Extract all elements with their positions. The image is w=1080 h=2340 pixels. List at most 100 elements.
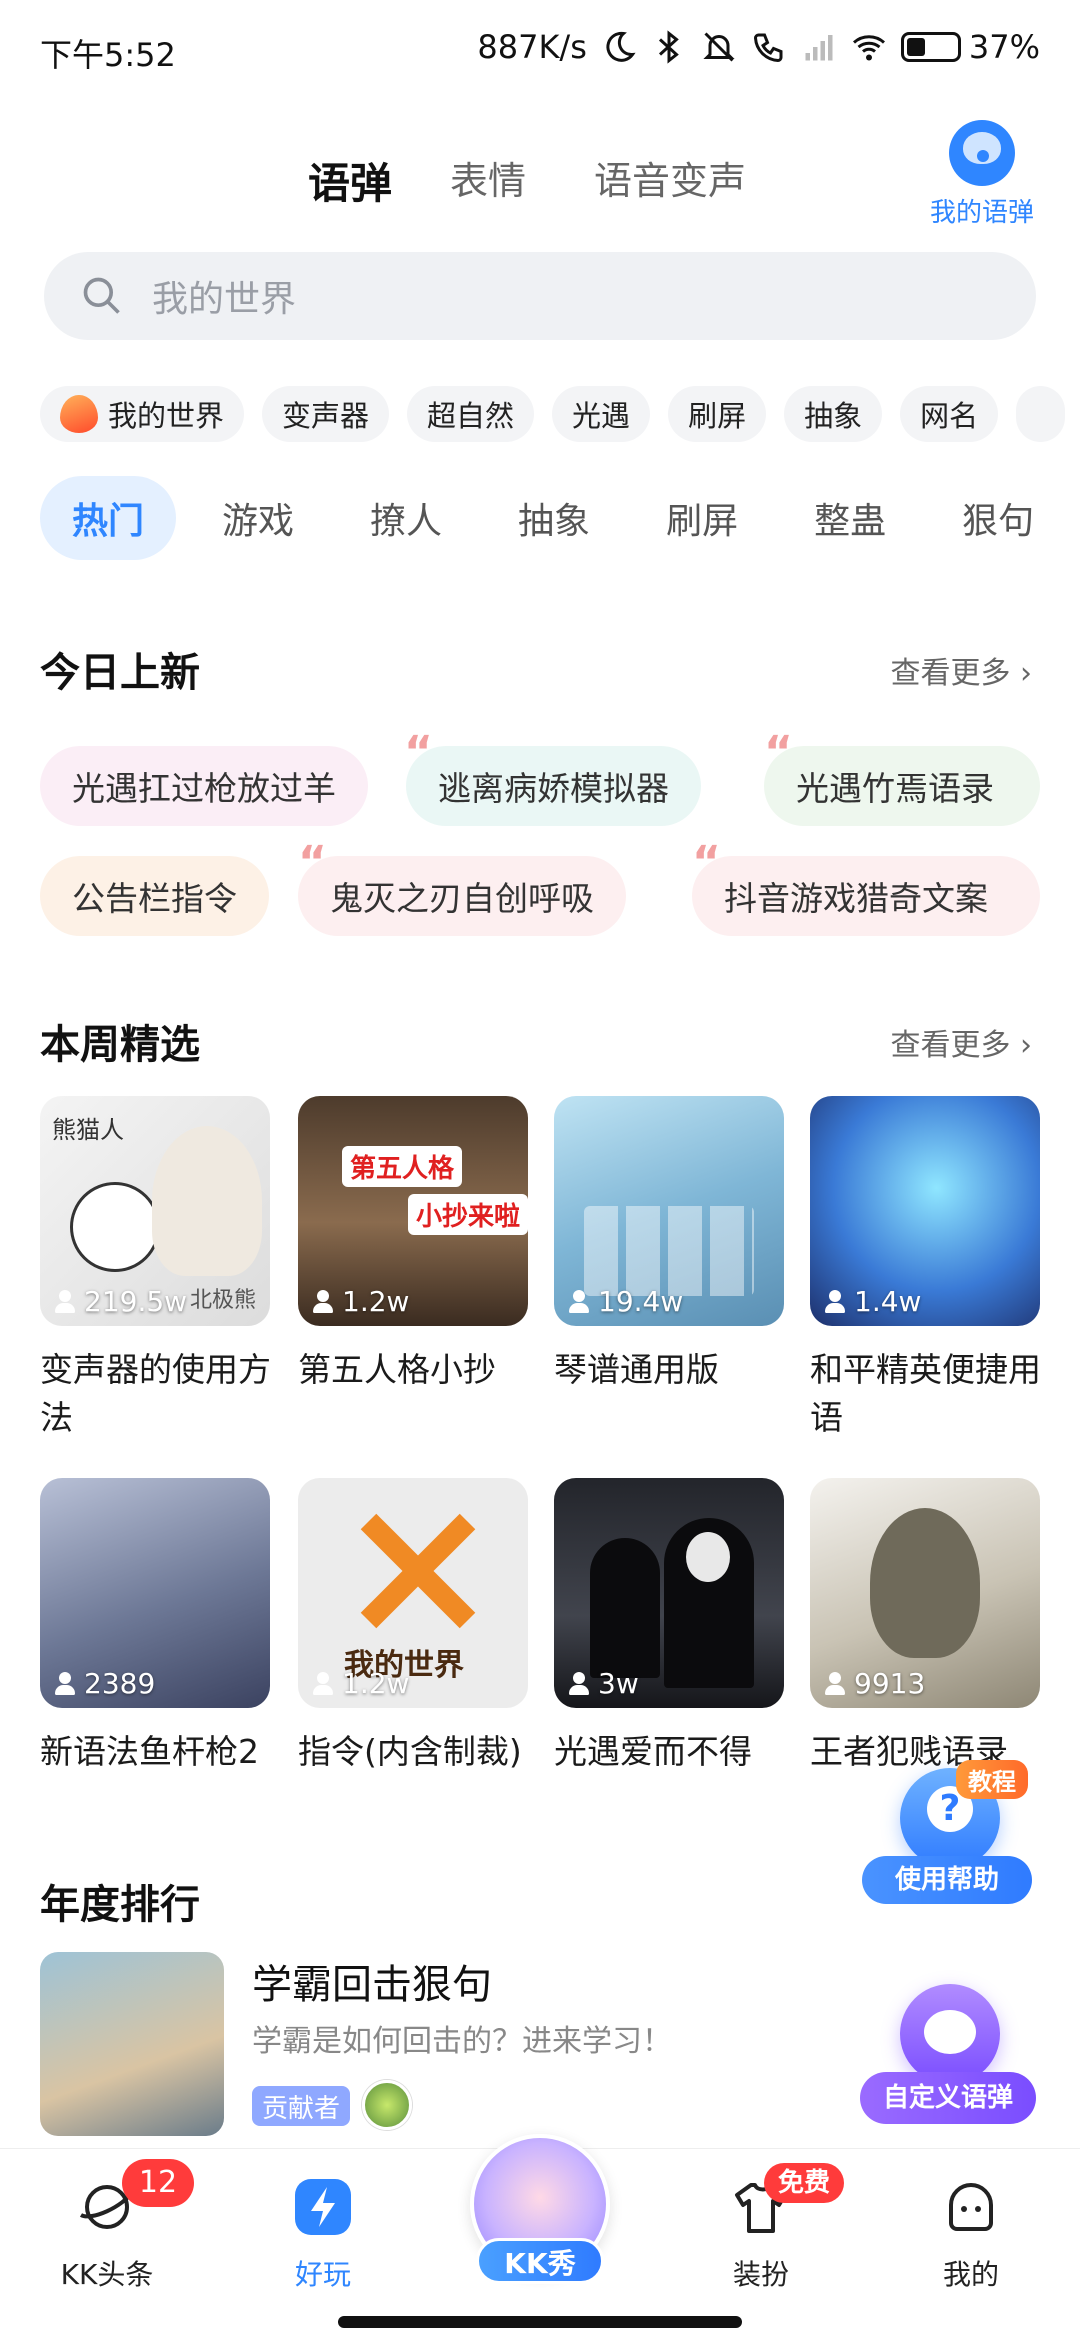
notification-badge: 12	[122, 2159, 194, 2207]
new-item-4[interactable]: 公告栏指令	[40, 856, 269, 936]
chat-bubble-icon	[949, 120, 1015, 186]
weekly-card-6[interactable]: 我的世界 1.2w 指令(内含制裁)	[298, 1478, 528, 1776]
category-abstract[interactable]: 抽象	[488, 476, 620, 560]
weekly-card-3[interactable]: 19.4w 琴谱通用版	[554, 1096, 784, 1394]
silhouette-figure	[590, 1538, 660, 1678]
card-thumbnail: 第五人格 小抄来啦 1.2w	[298, 1096, 528, 1326]
count-value: 219.5w	[84, 1285, 188, 1318]
status-bar: 下午5:52 887K/s 37%	[0, 0, 1080, 100]
chip-abstract[interactable]: 抽象	[784, 386, 883, 442]
nav-label: 好玩	[294, 2258, 351, 2291]
user-icon	[568, 1289, 590, 1314]
weekly-card-2[interactable]: 第五人格 小抄来啦 1.2w 第五人格小抄	[298, 1096, 528, 1394]
category-tabs: 热门 游戏 撩人 抽象 刷屏 整蛊 狠句	[40, 476, 1080, 560]
new-item-label: 鬼灭之刃自创呼吸	[330, 879, 594, 918]
count-value: 3w	[598, 1667, 639, 1700]
chip-label: 我的世界	[108, 399, 225, 433]
section-title-weekly: 本周精选	[40, 1022, 200, 1068]
new-item-label: 抖音游戏猎奇文案	[724, 879, 988, 918]
play-count: 1.2w	[312, 1667, 409, 1700]
category-game[interactable]: 游戏	[192, 476, 324, 560]
quote-icon: “	[298, 837, 327, 888]
new-item-3[interactable]: 光遇竹焉语录	[764, 746, 1040, 826]
custom-yudan-label: 自定义语弹	[860, 2072, 1036, 2124]
search-placeholder: 我的世界	[152, 279, 297, 320]
network-speed: 887K/s	[477, 28, 587, 66]
ranking-item-title[interactable]: 学霸回击狠句	[252, 1952, 492, 2010]
card-thumbnail: 9913	[810, 1478, 1040, 1708]
tab-voice-change[interactable]: 语音变声	[594, 150, 746, 205]
play-count: 1.4w	[824, 1285, 921, 1318]
nav-label: KK头条	[60, 2258, 154, 2291]
user-icon	[824, 1289, 846, 1314]
bluetooth-icon	[658, 30, 679, 64]
quote-icon: “	[692, 837, 721, 888]
wifi-icon	[852, 35, 885, 61]
polar-bear-figure	[152, 1126, 262, 1276]
category-prank[interactable]: 整蛊	[784, 476, 916, 560]
new-item-6[interactable]: 抖音游戏猎奇文案	[692, 856, 1040, 936]
category-hot[interactable]: 热门	[40, 476, 177, 560]
card-title: 光遇爱而不得	[554, 1732, 752, 1771]
weekly-card-8[interactable]: 9913 王者犯贱语录	[810, 1478, 1040, 1776]
ranking-item-subtitle: 学霸是如何回击的？进来学习！	[252, 2024, 672, 2059]
chip-label: 变声器	[282, 399, 370, 433]
weekly-card-1[interactable]: 熊猫人 北极熊 219.5w 变声器的使用方法	[40, 1096, 271, 1442]
card-title: 琴谱通用版	[554, 1350, 719, 1389]
pacman-icon	[900, 1984, 1000, 2084]
weekly-more-link[interactable]: 查看更多 ›	[890, 1020, 1032, 1064]
tab-yudan[interactable]: 语弹	[308, 150, 393, 215]
nav-fun[interactable]: 好玩	[248, 2175, 398, 2293]
ranking-thumbnail[interactable]	[40, 1952, 224, 2136]
card-title: 新语法鱼杆枪2	[40, 1732, 259, 1771]
chip-supernatural[interactable]: 超自然	[407, 386, 535, 442]
play-count: 2389	[54, 1667, 155, 1700]
count-value: 1.4w	[854, 1285, 922, 1318]
category-harsh[interactable]: 狠句	[932, 476, 1064, 560]
quote-icon: “	[764, 727, 793, 778]
custom-yudan-floating-button[interactable]: 自定义语弹	[860, 1984, 1036, 2124]
app-screen: 下午5:52 887K/s 37% 语弹 表情 语音变声 我的语弹 我的世界 我…	[0, 0, 1080, 2340]
chip-voice-changer[interactable]: 变声器	[262, 386, 390, 442]
new-item-2[interactable]: 逃离病娇模拟器	[406, 746, 701, 826]
chip-minecraft[interactable]: 我的世界	[40, 386, 245, 442]
quote-icon: “	[404, 727, 433, 778]
section-title-new-today: 今日上新	[40, 650, 200, 696]
my-yudan-button[interactable]: 我的语弹	[922, 120, 1042, 229]
chip-label: 抽象	[804, 399, 863, 433]
new-item-5[interactable]: 鬼灭之刃自创呼吸	[298, 856, 626, 936]
nav-label: 装扮	[732, 2258, 789, 2291]
avatar[interactable]	[362, 2080, 412, 2130]
count-value: 9913	[854, 1667, 926, 1700]
pickaxe-icon	[338, 1513, 488, 1629]
nav-me[interactable]: 我的	[896, 2175, 1046, 2293]
play-count: 1.2w	[312, 1285, 409, 1318]
new-item-label: 光遇竹焉语录	[796, 769, 994, 808]
flame-icon	[60, 395, 98, 433]
play-count: 219.5w	[54, 1285, 187, 1318]
weekly-card-7[interactable]: 3w 光遇爱而不得	[554, 1478, 784, 1776]
bell-off-icon	[703, 32, 735, 62]
tab-emoji[interactable]: 表情	[450, 150, 526, 205]
user-icon	[54, 1289, 76, 1314]
chip-sky[interactable]: 光遇	[552, 386, 651, 442]
weekly-card-5[interactable]: 2389 新语法鱼杆枪2	[40, 1478, 270, 1776]
new-today-more-link[interactable]: 查看更多 ›	[890, 648, 1032, 692]
new-item-1[interactable]: 光遇扛过枪放过羊	[40, 746, 368, 826]
chip-nickname[interactable]: 网名	[900, 386, 999, 442]
category-flirt[interactable]: 撩人	[340, 476, 472, 560]
kk-show-label[interactable]: KK秀	[476, 2238, 604, 2284]
thumb-text: 熊猫人	[52, 1116, 124, 1144]
chip-more[interactable]	[1016, 386, 1066, 442]
chip-label: 超自然	[427, 399, 515, 433]
status-time: 下午5:52	[40, 36, 176, 74]
help-floating-button[interactable]: ? 教程 使用帮助	[862, 1760, 1032, 1904]
count-value: 2389	[84, 1667, 156, 1700]
chip-spam[interactable]: 刷屏	[668, 386, 767, 442]
thumb-text: 北极熊	[189, 1288, 256, 1313]
home-indicator[interactable]	[338, 2316, 742, 2328]
search-icon	[83, 277, 120, 314]
category-spam[interactable]: 刷屏	[636, 476, 768, 560]
weekly-card-4[interactable]: 1.4w 和平精英便捷用语	[810, 1096, 1041, 1442]
search-bar[interactable]: 我的世界	[44, 252, 1036, 340]
